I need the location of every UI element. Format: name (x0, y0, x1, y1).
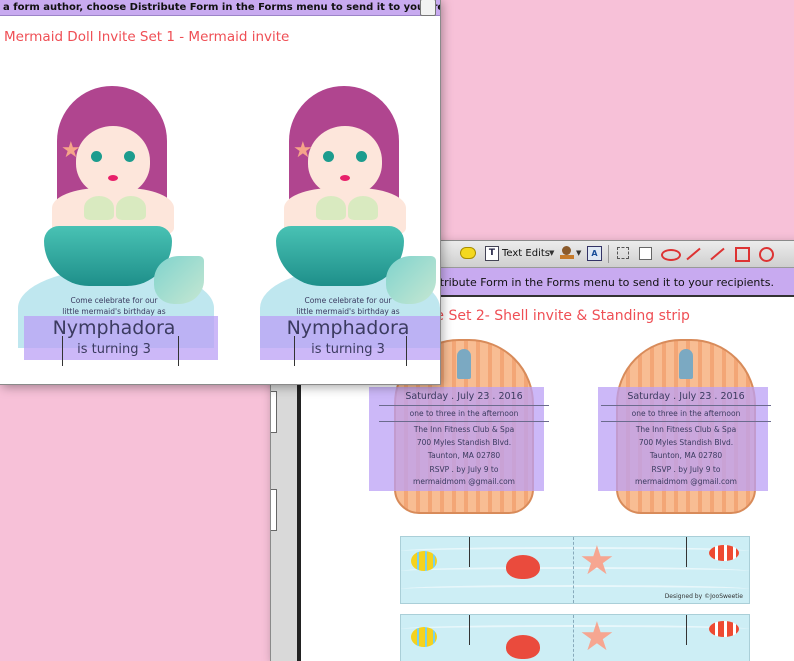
thumbnail-tab[interactable] (271, 391, 277, 433)
mermaid-silhouette (457, 349, 471, 379)
mermaid-lips (340, 175, 350, 181)
fold-line (573, 615, 574, 661)
mermaid-tail (276, 226, 404, 286)
toolbar-divider (608, 245, 609, 263)
invite-date: Saturday . July 23 . 2016 (627, 391, 745, 402)
page-title: ite Set 2- Shell invite & Standing strip (426, 308, 690, 324)
clownfish-icon (709, 545, 739, 561)
scissor-cut-mark (686, 615, 687, 645)
stamp-icon[interactable] (558, 244, 576, 262)
rectangle-icon[interactable] (732, 244, 750, 262)
mermaid-tail (44, 226, 172, 286)
mermaid-eye (323, 151, 334, 162)
crab-icon (506, 635, 540, 659)
birthday-name: Nymphadora (286, 317, 410, 339)
invite-street: 700 Myles Standish Blvd. (638, 438, 734, 447)
chevron-down-icon[interactable]: ▼ (549, 249, 554, 257)
yellow-fish-icon (411, 627, 437, 647)
signature-icon[interactable]: A (585, 244, 603, 262)
invite-city: Taunton, MA 02780 (649, 451, 723, 460)
forms-notification-text: istribute Form in the Forms menu to send… (431, 276, 774, 289)
note-icon[interactable] (636, 244, 654, 262)
starfish-icon: ★ (579, 614, 615, 660)
comment-icon[interactable] (458, 244, 476, 262)
scissor-cut-mark (406, 336, 407, 366)
divider (601, 421, 771, 422)
text-edits-icon[interactable]: T (483, 244, 501, 262)
invite-street: 700 Myles Standish Blvd. (416, 438, 512, 447)
shell-top-left (84, 196, 114, 220)
invite-venue: The Inn Fitness Club & Spa (635, 425, 737, 434)
shell-top-right (348, 196, 378, 220)
clownfish-icon (709, 621, 739, 637)
document-window-mermaid-invite: a form author, choose Distribute Form in… (0, 0, 440, 384)
mermaid-face (76, 126, 150, 196)
card-message-line-1: Come celebrate for our (304, 296, 392, 305)
invite-email: mermaidmom @gmail.com (635, 477, 737, 486)
scissor-cut-mark (469, 537, 470, 567)
mermaid-eye (356, 151, 367, 162)
invite-date: Saturday . July 23 . 2016 (405, 391, 523, 402)
crab-icon (506, 555, 540, 579)
invite-time: one to three in the afternoon (631, 409, 741, 418)
yellow-fish-icon (411, 551, 437, 571)
chevron-down-icon[interactable]: ▼ (576, 249, 581, 257)
line-icon[interactable] (708, 244, 726, 262)
starfish-hair-clip-icon: ★ (61, 138, 81, 163)
invite-venue: The Inn Fitness Club & Spa (413, 425, 515, 434)
birthday-name: Nymphadora (52, 317, 176, 339)
mermaid-silhouette (679, 349, 693, 379)
shell-top-left (316, 196, 346, 220)
form-bar-button[interactable] (420, 0, 436, 16)
designer-credit: Designed by ©JooSweetie (664, 593, 743, 600)
fold-line (573, 537, 574, 603)
wave-line (401, 585, 749, 593)
wave-line (401, 567, 749, 575)
standing-strip: ★ Designed by ©JooSweetie (400, 536, 750, 604)
ellipse-icon[interactable] (756, 244, 774, 262)
standing-strip: ★ (400, 614, 750, 661)
divider (601, 405, 771, 406)
shell-invite-card: Saturday . July 23 . 2016 one to three i… (598, 339, 771, 514)
divider (379, 421, 549, 422)
scissor-cut-mark (62, 336, 63, 366)
divider (379, 405, 549, 406)
card-message-line-2: little mermaid's birthday as (62, 307, 166, 316)
invite-rsvp: RSVP . by July 9 to (429, 465, 499, 474)
mermaid-face (308, 126, 382, 196)
turning-age: is turning 3 (77, 342, 151, 357)
mermaid-eye (124, 151, 135, 162)
invite-rsvp: RSVP . by July 9 to (651, 465, 721, 474)
invite-city: Taunton, MA 02780 (427, 451, 501, 460)
shell-top-right (116, 196, 146, 220)
starfish-hair-clip-icon: ★ (293, 138, 313, 163)
scissor-cut-mark (469, 615, 470, 645)
mermaid-invite-card: ★ Come celebrate for our little mermaid'… (256, 78, 440, 378)
arrow-icon[interactable] (684, 244, 702, 262)
card-message-line-1: Come celebrate for our (70, 296, 158, 305)
card-message-line-2: little mermaid's birthday as (296, 307, 400, 316)
invite-time: one to three in the afternoon (409, 409, 519, 418)
text-edits-label[interactable]: Text Edits (502, 248, 550, 259)
invite-email: mermaidmom @gmail.com (413, 477, 515, 486)
select-tool-icon[interactable] (614, 244, 632, 262)
forms-notification-bar: a form author, choose Distribute Form in… (0, 0, 440, 16)
wave-line (401, 625, 749, 633)
mermaid-lips (108, 175, 118, 181)
mermaid-eye (91, 151, 102, 162)
scissor-cut-mark (294, 336, 295, 366)
thumbnail-tab[interactable] (271, 489, 277, 531)
lasso-icon[interactable] (660, 244, 681, 262)
starfish-icon: ★ (579, 538, 615, 584)
page-title: Mermaid Doll Invite Set 1 - Mermaid invi… (4, 29, 290, 45)
scissor-cut-mark (178, 336, 179, 366)
mermaid-invite-card: ★ Come celebrate for our little mermaid'… (14, 78, 218, 378)
scissor-cut-mark (686, 537, 687, 567)
forms-notification-text: a form author, choose Distribute Form in… (3, 2, 440, 13)
wave-line (401, 547, 749, 555)
turning-age: is turning 3 (311, 342, 385, 357)
